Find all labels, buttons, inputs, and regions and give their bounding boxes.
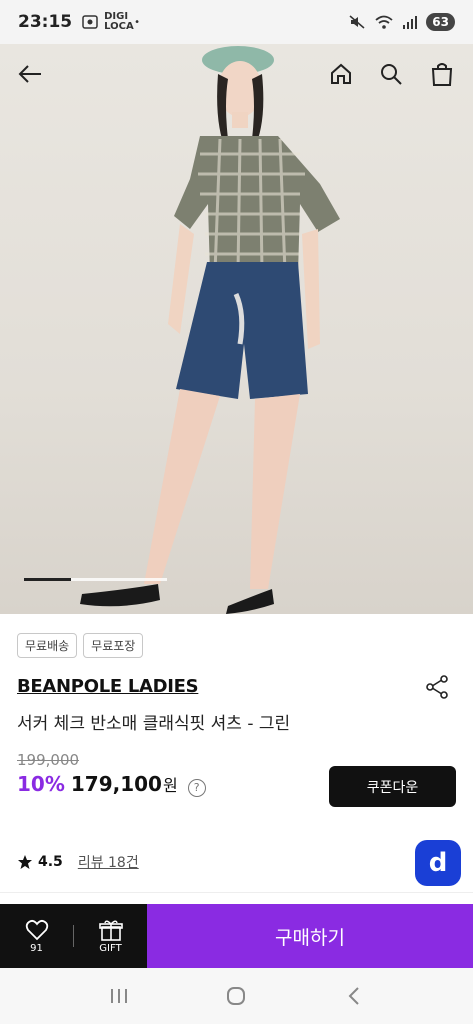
status-app-label: DIGI LOCA	[104, 11, 134, 32]
share-icon	[426, 675, 448, 699]
sale-price: 179,100	[70, 772, 162, 796]
service-tags: 무료배송 무료포장	[17, 633, 144, 658]
review-link[interactable]: 리뷰 18건	[78, 852, 139, 872]
product-image-carousel[interactable]	[0, 44, 473, 614]
price-help-icon[interactable]: ?	[187, 778, 206, 797]
purchase-bar: 91 GIFT 구매하기	[0, 904, 473, 968]
buy-button[interactable]: 구매하기	[147, 904, 473, 968]
battery-level: 63	[426, 13, 455, 31]
recents-icon[interactable]	[108, 986, 130, 1006]
discount-rate: 10%	[17, 772, 65, 796]
product-photo	[80, 46, 340, 614]
status-bar: 23:15 DIGI LOCA • 63	[0, 0, 473, 44]
d-app-badge[interactable]: d	[415, 840, 461, 886]
wishlist-count: 91	[30, 942, 43, 954]
wifi-icon	[375, 15, 393, 29]
home-button[interactable]	[319, 52, 363, 96]
gift-label: GIFT	[99, 942, 122, 954]
back-button[interactable]	[8, 52, 52, 96]
back-arrow-icon	[18, 65, 41, 83]
divider	[0, 892, 473, 893]
search-icon	[381, 64, 402, 85]
gift-button[interactable]: GIFT	[74, 904, 147, 968]
dot-icon: •	[134, 16, 141, 28]
tag-free-wrapping: 무료포장	[83, 633, 144, 658]
brand-link[interactable]: BEANPOLE LADIES	[17, 676, 199, 697]
back-chevron-icon[interactable]	[343, 985, 365, 1007]
coupon-download-button[interactable]: 쿠폰다운	[329, 766, 456, 807]
carousel-progress-fill	[24, 578, 72, 581]
share-button[interactable]	[424, 673, 452, 701]
system-nav-bar	[0, 968, 473, 1024]
hero-nav-bar	[0, 52, 473, 96]
heart-icon	[25, 919, 48, 940]
home-circle-icon[interactable]	[225, 985, 247, 1007]
status-right: 63	[348, 13, 455, 31]
rating-row: 4.5 리뷰 18건	[17, 852, 139, 872]
status-time: 23:15	[18, 12, 73, 32]
price-row: 10% 179,100 원 ?	[17, 772, 206, 797]
bag-icon	[431, 63, 453, 86]
signal-icon	[403, 16, 418, 29]
product-name: 서커 체크 반소매 클래식핏 셔츠 - 그린	[17, 714, 291, 734]
wishlist-button[interactable]: 91	[0, 904, 73, 968]
status-left-icons: DIGI LOCA •	[82, 12, 140, 32]
screenshot-icon	[82, 15, 98, 29]
gift-icon	[98, 920, 123, 941]
tag-free-shipping: 무료배송	[17, 633, 78, 658]
search-button[interactable]	[369, 52, 413, 96]
currency-unit: 원	[162, 776, 178, 795]
carousel-progress	[24, 578, 167, 581]
mute-icon	[349, 15, 365, 29]
original-price: 199,000	[17, 751, 80, 769]
rating-value: 4.5	[38, 854, 63, 870]
home-icon	[331, 63, 351, 84]
star-icon	[18, 855, 32, 869]
cart-button[interactable]	[420, 52, 464, 96]
